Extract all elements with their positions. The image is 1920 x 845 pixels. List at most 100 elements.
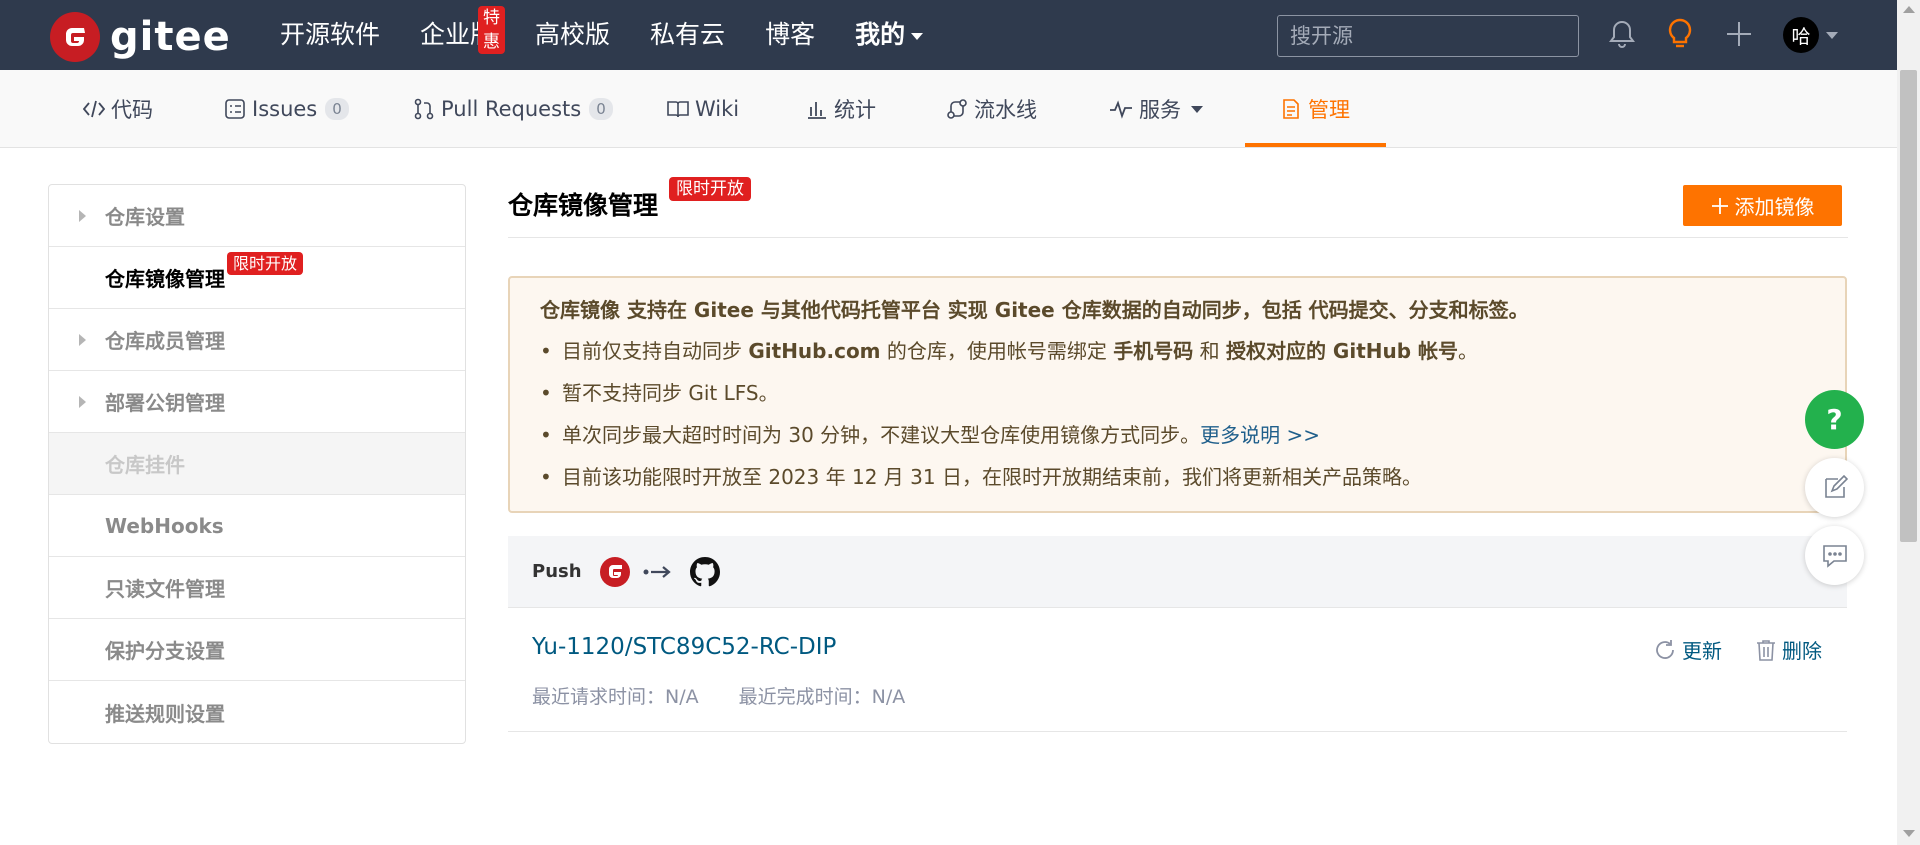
last-request-time: 最近请求时间：N/A bbox=[532, 686, 699, 708]
chat-button[interactable] bbox=[1805, 526, 1864, 585]
brand-name: gitee bbox=[110, 14, 231, 60]
more-info-link[interactable]: 更多说明 >> bbox=[1200, 423, 1320, 447]
lightbulb-icon[interactable] bbox=[1660, 14, 1700, 54]
sidebar-item-members[interactable]: 仓库成员管理 bbox=[49, 309, 465, 371]
add-mirror-button[interactable]: 添加镜像 bbox=[1683, 185, 1842, 226]
notice-item: 目前该功能限时开放至 2023 年 12 月 31 日，在限时开放期结束前，我们… bbox=[540, 462, 1815, 492]
pipeline-icon bbox=[947, 99, 967, 119]
active-tab-indicator bbox=[1245, 143, 1386, 147]
chevron-down-icon[interactable] bbox=[1826, 32, 1838, 39]
scroll-thumb[interactable] bbox=[1900, 70, 1917, 542]
tab-pull-requests-label: Pull Requests bbox=[441, 97, 582, 121]
pulse-icon bbox=[1110, 100, 1132, 119]
gitee-logo[interactable]: gitee bbox=[50, 12, 231, 62]
sidebar-item-widgets: 仓库挂件 bbox=[49, 433, 465, 495]
nav-private-cloud[interactable]: 私有云 bbox=[650, 0, 725, 70]
divider bbox=[508, 237, 1848, 238]
top-navbar: gitee 开源软件 企业版 特惠 高校版 私有云 博客 我的 哈 bbox=[0, 0, 1897, 70]
update-label: 更新 bbox=[1682, 639, 1722, 663]
plus-icon[interactable] bbox=[1719, 14, 1759, 54]
notice-emphasis: GitHub.com bbox=[748, 339, 881, 363]
nav-mine-label: 我的 bbox=[855, 20, 906, 49]
direction-label: Push bbox=[532, 561, 582, 582]
notice-heading: 仓库镜像 支持在 Gitee 与其他代码托管平台 实现 Gitee 仓库数据的自… bbox=[540, 298, 1529, 322]
refresh-icon bbox=[1656, 639, 1674, 659]
nav-enterprise[interactable]: 企业版 特惠 bbox=[420, 0, 506, 70]
chevron-right-icon bbox=[79, 334, 86, 346]
scroll-up-icon[interactable] bbox=[1903, 6, 1915, 13]
delete-mirror-button[interactable]: 删除 bbox=[1756, 635, 1822, 664]
promo-badge: 特惠 bbox=[478, 6, 506, 54]
tab-manage[interactable]: 管理 bbox=[1280, 70, 1350, 148]
sidebar-item-label: 保护分支设置 bbox=[105, 639, 225, 663]
mirror-notice: 仓库镜像 支持在 Gitee 与其他代码托管平台 实现 Gitee 仓库数据的自… bbox=[508, 276, 1847, 513]
mirror-meta: 最近请求时间：N/A 最近完成时间：N/A bbox=[532, 682, 905, 709]
nav-open-source[interactable]: 开源软件 bbox=[280, 0, 380, 70]
issues-icon bbox=[225, 99, 245, 119]
sidebar-item-repo-settings[interactable]: 仓库设置 bbox=[49, 185, 465, 247]
sidebar-item-label: 仓库设置 bbox=[105, 205, 185, 229]
scroll-down-icon[interactable] bbox=[1903, 830, 1915, 837]
sidebar-item-label: 推送规则设置 bbox=[105, 701, 225, 726]
delete-label: 删除 bbox=[1782, 639, 1822, 663]
arrow-right-icon bbox=[643, 565, 671, 578]
main-nav: 开源软件 企业版 特惠 高校版 私有云 博客 我的 bbox=[280, 0, 963, 70]
nav-mine-dropdown[interactable]: 我的 bbox=[855, 0, 924, 70]
tab-manage-label: 管理 bbox=[1308, 98, 1350, 122]
github-icon bbox=[689, 556, 720, 586]
limited-badge: 限时开放 bbox=[669, 177, 751, 201]
tab-pull-requests[interactable]: Pull Requests 0 bbox=[413, 70, 613, 148]
tab-wiki[interactable]: Wiki bbox=[667, 70, 739, 148]
notice-item: 单次同步最大超时时间为 30 分钟，不建议大型仓库使用镜像方式同步。更多说明 >… bbox=[540, 420, 1815, 450]
sidebar-item-label: 仓库成员管理 bbox=[105, 329, 225, 353]
sidebar-item-label: WebHooks bbox=[105, 513, 224, 538]
chevron-right-icon bbox=[79, 396, 86, 408]
user-avatar[interactable]: 哈 bbox=[1783, 17, 1819, 53]
bar-chart-icon bbox=[808, 102, 826, 119]
plus-icon bbox=[1711, 197, 1728, 214]
edit-icon bbox=[1824, 474, 1848, 498]
notice-text: 。 bbox=[1458, 339, 1479, 363]
sidebar-item-protected-branches[interactable]: 保护分支设置 bbox=[49, 619, 465, 681]
add-mirror-label: 添加镜像 bbox=[1734, 195, 1815, 219]
nav-education[interactable]: 高校版 bbox=[535, 0, 610, 70]
help-button[interactable]: ? bbox=[1805, 390, 1864, 449]
tab-issues[interactable]: Issues 0 bbox=[224, 70, 349, 148]
sidebar-item-readonly-files[interactable]: 只读文件管理 bbox=[49, 557, 465, 619]
repo-tab-bar: 代码 Issues 0 Pull Requests 0 Wiki 统计 流水线 … bbox=[0, 70, 1897, 148]
tab-issues-label: Issues bbox=[252, 97, 318, 121]
search-input[interactable] bbox=[1277, 15, 1579, 57]
update-mirror-button[interactable]: 更新 bbox=[1654, 635, 1722, 664]
page-scrollbar[interactable] bbox=[1897, 0, 1920, 845]
tab-services[interactable]: 服务 bbox=[1109, 70, 1203, 148]
tab-services-label: 服务 bbox=[1139, 98, 1181, 122]
tab-stats[interactable]: 统计 bbox=[806, 70, 876, 148]
sidebar-item-push-rules[interactable]: 推送规则设置 bbox=[49, 681, 465, 743]
code-icon bbox=[83, 100, 105, 118]
notice-item: 目前仅支持自动同步 GitHub.com 的仓库，使用帐号需绑定 手机号码 和 … bbox=[540, 336, 1815, 366]
tab-wiki-label: Wiki bbox=[695, 97, 740, 121]
tab-pipeline[interactable]: 流水线 bbox=[946, 70, 1037, 148]
feedback-button[interactable] bbox=[1805, 458, 1864, 517]
sidebar-item-label: 部署公钥管理 bbox=[105, 391, 225, 415]
sidebar-item-label: 只读文件管理 bbox=[105, 577, 225, 601]
gitee-logo-icon bbox=[50, 12, 100, 62]
bell-icon[interactable] bbox=[1602, 14, 1642, 54]
tab-code[interactable]: 代码 bbox=[83, 70, 153, 148]
settings-sidebar: 仓库设置 仓库镜像管理 限时开放 仓库成员管理 部署公钥管理 仓库挂件 WebH… bbox=[48, 184, 466, 744]
nav-blog[interactable]: 博客 bbox=[765, 0, 815, 70]
notice-text: 的仓库，使用帐号需绑定 bbox=[880, 339, 1114, 363]
sidebar-item-label: 仓库镜像管理 bbox=[105, 267, 225, 291]
sidebar-item-label: 仓库挂件 bbox=[105, 453, 185, 477]
sidebar-item-mirror[interactable]: 仓库镜像管理 限时开放 bbox=[49, 247, 465, 309]
sidebar-item-deploy-keys[interactable]: 部署公钥管理 bbox=[49, 371, 465, 433]
notice-emphasis: 手机号码 bbox=[1113, 339, 1194, 363]
chevron-right-icon bbox=[79, 210, 86, 222]
mirror-repo-link[interactable]: Yu-1120/STC89C52-RC-DIP bbox=[532, 634, 836, 660]
pulls-count-badge: 0 bbox=[589, 98, 613, 120]
last-complete-time: 最近完成时间：N/A bbox=[738, 686, 906, 708]
page-title: 仓库镜像管理 bbox=[508, 191, 659, 220]
sidebar-item-webhooks[interactable]: WebHooks bbox=[49, 495, 465, 557]
notice-emphasis: 授权对应的 GitHub 帐号 bbox=[1225, 339, 1459, 363]
book-icon bbox=[667, 101, 689, 118]
